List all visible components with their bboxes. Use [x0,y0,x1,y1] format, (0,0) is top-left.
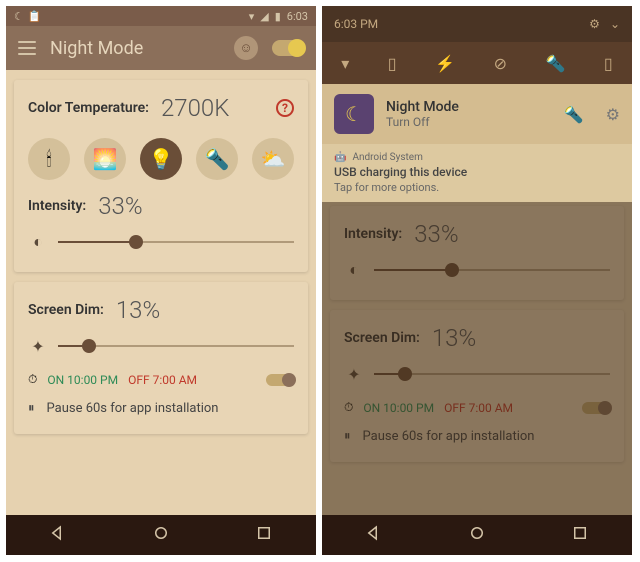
dnd-tile[interactable]: ⊘ [494,54,507,73]
recent-button[interactable] [571,524,589,546]
sys-app-name: Android System [352,152,422,163]
back-button[interactable] [49,524,67,546]
wifi-icon: ▾ [249,10,255,23]
timer-icon: ⏱ [344,400,353,415]
settings-icon[interactable]: ⚙ [589,17,600,31]
sys-title: USB charging this device [334,165,620,179]
flash-action-icon[interactable]: 🔦 [564,105,584,124]
contrast-icon: ◐ [28,232,48,252]
pause-label: Pause 60s for app installation [47,401,219,416]
back-button[interactable] [365,524,383,546]
bg-schedule: ⏱ ON 10:00 PM OFF 7:00 AM [344,400,610,415]
bg-schedule-off: OFF 7:00 AM [444,401,513,415]
app-bar: Night Mode ☺ [6,26,316,70]
pause-icon: ⏸ [28,401,35,416]
dimmed-content: Intensity: 33% ◐ Screen Dim: 13% ✦ [322,202,632,515]
pause-row[interactable]: ⏸ Pause 60s for app installation [28,401,294,416]
dim-value: 13% [116,296,160,324]
bg-schedule-on: ON 10:00 PM [363,401,434,415]
nav-bar [6,515,316,555]
moon-icon: ☾ [14,10,24,23]
sys-sub: Tap for more options. [334,181,620,194]
help-icon[interactable]: ? [276,99,294,117]
rotate-tile[interactable]: ▯ [604,54,613,73]
schedule-toggle[interactable] [266,374,294,386]
preset-bulb[interactable]: 💡 [140,138,182,180]
home-button[interactable] [152,524,170,546]
color-temp-card: Color Temperature: 2700K ? 🕯 🌅 💡 🔦 ⛅ Int… [14,80,308,272]
preset-sunny[interactable]: ⛅ [252,138,294,180]
brightness-icon: ✦ [28,336,48,356]
battery-icon: ▮ [275,10,281,23]
bg-intensity-value: 33% [414,220,458,248]
bg-dim-value: 13% [432,324,476,352]
sim-tile[interactable]: ▯ [388,54,397,73]
nav-bar [322,515,632,555]
contrast-icon: ◐ [344,260,364,280]
dim-label: Screen Dim: [28,302,104,318]
bg-dim-card: Screen Dim: 13% ✦ ⏱ ON 10:00 PM OFF 7:00… [330,310,624,462]
phone-right: 6:03 PM ⚙ ⌄ ▾ ▯ ⚡ ⊘ 🔦 ▯ ☾ Night Mode Tur… [322,6,632,555]
android-icon: 🤖 [334,152,346,163]
bg-pause-label: Pause 60s for app installation [363,429,535,444]
bg-intensity-label: Intensity: [344,226,402,242]
dim-slider[interactable] [58,334,294,358]
battery-tile[interactable]: ⚡ [435,54,455,73]
notif-title: Night Mode [386,99,552,115]
intensity-slider[interactable] [58,230,294,254]
intensity-label: Intensity: [28,198,86,214]
signal-icon: ◢ [260,10,268,23]
pause-icon: ⏸ [344,429,351,444]
recent-button[interactable] [255,524,273,546]
home-button[interactable] [468,524,486,546]
preset-candle[interactable]: 🕯 [28,138,70,180]
master-toggle[interactable] [272,40,304,56]
qs-header: 6:03 PM ⚙ ⌄ [322,6,632,42]
app-title: Night Mode [50,38,220,59]
brightness-icon: ✦ [344,364,364,384]
chevron-down-icon[interactable]: ⌄ [610,17,620,31]
flash-tile[interactable]: 🔦 [545,54,565,73]
intensity-value: 33% [98,192,142,220]
menu-icon[interactable] [18,41,36,55]
preset-sunset[interactable]: 🌅 [84,138,126,180]
schedule-off[interactable]: OFF 7:00 AM [128,373,197,387]
color-temp-label: Color Temperature: [28,100,149,116]
screen-dim-card: Screen Dim: 13% ✦ ⏱ ON 10:00 PM OFF 7:00… [14,282,308,434]
preset-cfl[interactable]: 🔦 [196,138,238,180]
qs-tiles: ▾ ▯ ⚡ ⊘ 🔦 ▯ [322,42,632,84]
bg-dim-label: Screen Dim: [344,330,420,346]
gear-action-icon[interactable]: ⚙ [606,105,620,124]
color-temp-value: 2700K [161,94,229,122]
avatar[interactable]: ☺ [234,36,258,60]
schedule-row: ⏱ ON 10:00 PM OFF 7:00 AM [28,372,294,387]
notif-subtitle: Turn Off [386,115,552,129]
system-notification[interactable]: 🤖 Android System USB charging this devic… [322,144,632,202]
status-time: 6:03 [287,10,308,23]
timer-icon: ⏱ [28,372,37,387]
bg-intensity-card: Intensity: 33% ◐ [330,206,624,300]
nightmode-notification[interactable]: ☾ Night Mode Turn Off 🔦 ⚙ [322,84,632,144]
bg-schedule-toggle [582,402,610,414]
schedule-on[interactable]: ON 10:00 PM [47,373,118,387]
phone-left: ☾ 📋 ▾ ◢ ▮ 6:03 Night Mode ☺ Color Temper… [6,6,316,555]
bg-dim-slider [374,362,610,386]
content: Color Temperature: 2700K ? 🕯 🌅 💡 🔦 ⛅ Int… [6,70,316,515]
bg-pause-row: ⏸ Pause 60s for app installation [344,429,610,444]
wifi-tile[interactable]: ▾ [341,54,349,73]
preset-row: 🕯 🌅 💡 🔦 ⛅ [28,138,294,180]
bg-intensity-slider [374,258,610,282]
moon-app-icon: ☾ [334,94,374,134]
clipboard-icon: 📋 [28,10,42,23]
qs-time: 6:03 PM [334,17,579,31]
status-bar: ☾ 📋 ▾ ◢ ▮ 6:03 [6,6,316,26]
